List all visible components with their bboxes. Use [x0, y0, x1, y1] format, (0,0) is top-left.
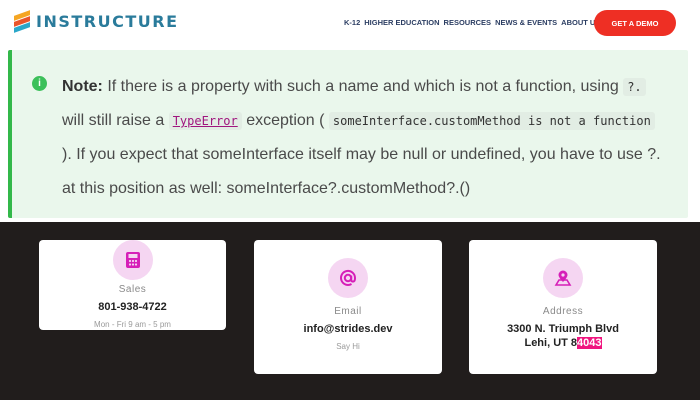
sales-phone[interactable]: 801-938-4722 — [39, 300, 226, 314]
map-pin-icon — [543, 258, 583, 298]
nav-item-k12[interactable]: K-12 — [344, 18, 360, 27]
nav-item-news-events[interactable]: NEWS & EVENTS — [495, 18, 557, 27]
sales-hours: Mon - Fri 9 am - 5 pm — [94, 320, 171, 329]
logo-text: INSTRUCTURE — [36, 12, 179, 31]
note-callout: i Note: If there is a property with such… — [8, 50, 688, 218]
note-text-4: ). If you expect that someInterface itse… — [62, 146, 661, 197]
address-line-2-text: Lehi, UT 8 — [524, 337, 578, 349]
note-label: Note: — [62, 78, 103, 95]
at-sign-icon — [328, 258, 368, 298]
info-icon: i — [32, 76, 47, 91]
email-sub: Say Hi — [336, 342, 360, 351]
instructure-logo[interactable]: INSTRUCTURE — [14, 9, 179, 33]
logo-icon — [14, 9, 30, 33]
note-text: Note: If there is a property with such a… — [62, 70, 662, 206]
contact-card-email: Email info@strides.dev Say Hi — [254, 240, 442, 374]
address-value[interactable]: 3300 N. Triumph Blvd Lehi, UT 84043 — [469, 322, 657, 350]
typeerror-link[interactable]: TypeError — [168, 112, 242, 130]
nav-item-resources[interactable]: RESOURCES — [444, 18, 492, 27]
address-label: Address — [542, 306, 584, 317]
code-error-message: someInterface.customMethod is not a func… — [328, 112, 655, 130]
get-a-demo-button[interactable]: GET A DEMO — [594, 10, 676, 36]
contact-section: Sales 801-938-4722 Mon - Fri 9 am - 5 pm… — [0, 222, 700, 400]
note-text-2: will still raise a — [62, 112, 165, 129]
sales-label: Sales — [118, 284, 147, 295]
note-text-3: exception ( — [246, 112, 325, 129]
email-address[interactable]: info@strides.dev — [254, 322, 442, 336]
email-label: Email — [334, 306, 362, 317]
main-nav: K-12 HIGHER EDUCATION RESOURCES NEWS & E… — [344, 18, 600, 27]
note-text-1: If there is a property with such a name … — [107, 78, 619, 95]
nav-item-higher-education[interactable]: HIGHER EDUCATION — [364, 18, 439, 27]
address-line-1: 3300 N. Triumph Blvd — [507, 323, 619, 335]
contact-card-address: Address 3300 N. Triumph Blvd Lehi, UT 84… — [469, 240, 657, 374]
contact-card-sales: Sales 801-938-4722 Mon - Fri 9 am - 5 pm — [39, 240, 226, 330]
code-optional-chaining: ?. — [623, 78, 646, 96]
address-highlight: 4043 — [577, 337, 602, 349]
address-line-2: Lehi, UT 84043 — [469, 336, 657, 350]
calculator-icon — [112, 240, 153, 280]
site-header: INSTRUCTURE K-12 HIGHER EDUCATION RESOUR… — [0, 0, 700, 46]
